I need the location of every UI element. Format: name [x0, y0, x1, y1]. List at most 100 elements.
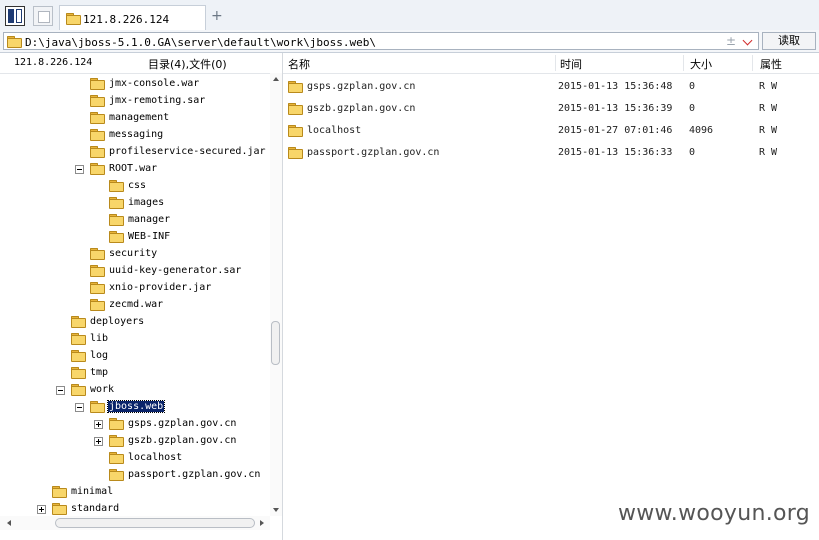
column-size[interactable]: 大小: [690, 56, 712, 72]
scroll-right-icon[interactable]: [260, 520, 264, 526]
tree-node[interactable]: security: [90, 246, 270, 263]
tree-node-label: messaging: [109, 129, 164, 140]
collapse-icon[interactable]: [75, 403, 84, 412]
new-tab-button[interactable]: +: [211, 8, 223, 24]
watermark: www.wooyun.org: [617, 501, 810, 526]
tree-node[interactable]: deployers: [71, 314, 270, 331]
tree-node[interactable]: zecmd.war: [90, 297, 270, 314]
folder-icon: [109, 180, 124, 192]
tree-node-label: passport.gzplan.gov.cn: [128, 469, 261, 480]
plus-minus-icon[interactable]: ±: [726, 34, 736, 48]
tree-node-label: minimal: [71, 486, 114, 497]
tree-node[interactable]: messaging: [90, 127, 270, 144]
file-size: 0: [689, 103, 696, 114]
expand-icon[interactable]: [94, 420, 103, 429]
tree-node-label: log: [90, 350, 109, 361]
file-attr: R W: [759, 81, 778, 92]
tree-node[interactable]: minimal: [52, 484, 270, 501]
host-label: 121.8.226.124: [14, 57, 93, 68]
tree-node[interactable]: lib: [71, 331, 270, 348]
copy-tab-icon[interactable]: [33, 6, 53, 26]
tree-node[interactable]: gsps.gzplan.gov.cn: [94, 416, 270, 433]
tree-node[interactable]: uuid-key-generator.sar: [90, 263, 270, 280]
tree-node[interactable]: jmx-console.war: [90, 76, 270, 93]
file-time: 2015-01-13 15:36:39: [558, 103, 673, 114]
tree-node[interactable]: profileservice-secured.jar: [90, 144, 270, 161]
folder-icon: [66, 13, 81, 25]
file-time: 2015-01-27 07:01:46: [558, 125, 673, 136]
folder-icon: [90, 299, 105, 311]
collapse-icon[interactable]: [56, 386, 65, 395]
expand-icon[interactable]: [37, 505, 46, 514]
tree-node[interactable]: passport.gzplan.gov.cn: [109, 467, 270, 484]
tree-node[interactable]: css: [109, 178, 270, 195]
collapse-icon[interactable]: [75, 165, 84, 174]
folder-icon: [90, 163, 105, 175]
tree-node-label: zecmd.war: [109, 299, 164, 310]
column-name[interactable]: 名称: [288, 56, 310, 72]
folder-icon: [90, 95, 105, 107]
folder-icon: [288, 103, 303, 115]
file-size: 4096: [689, 125, 714, 136]
tree-node-label: manager: [128, 214, 171, 225]
scroll-thumb[interactable]: [271, 321, 280, 365]
tab-host[interactable]: 121.8.226.124: [59, 5, 206, 30]
tree-node[interactable]: ROOT.war: [75, 161, 270, 178]
expand-icon[interactable]: [94, 437, 103, 446]
tree-vertical-scrollbar[interactable]: [270, 73, 282, 516]
chevron-down-icon[interactable]: [742, 35, 753, 46]
folder-icon: [109, 197, 124, 209]
table-row[interactable]: passport.gzplan.gov.cn 2015-01-13 15:36:…: [283, 143, 819, 165]
column-divider[interactable]: [752, 55, 753, 71]
tree-horizontal-scrollbar[interactable]: [0, 516, 270, 530]
column-divider[interactable]: [683, 55, 684, 71]
file-size: 0: [689, 147, 696, 158]
path-input[interactable]: D:\java\jboss-5.1.0.GA\server\default\wo…: [3, 32, 759, 50]
tree-node[interactable]: WEB-INF: [109, 229, 270, 246]
toggle-panel-icon[interactable]: [5, 6, 25, 26]
tree-node-label: jmx-console.war: [109, 78, 200, 89]
folder-icon: [109, 214, 124, 226]
table-row[interactable]: gszb.gzplan.gov.cn 2015-01-13 15:36:39 0…: [283, 99, 819, 121]
folder-icon: [288, 147, 303, 159]
tree-node-label: gsps.gzplan.gov.cn: [128, 418, 237, 429]
folder-icon: [90, 112, 105, 124]
tab-bar: 121.8.226.124 +: [0, 0, 819, 31]
column-attr[interactable]: 属性: [760, 56, 782, 72]
folder-icon: [90, 146, 105, 158]
folder-icon: [52, 486, 67, 498]
table-row[interactable]: gsps.gzplan.gov.cn 2015-01-13 15:36:48 0…: [283, 77, 819, 99]
tree-node[interactable]: management: [90, 110, 270, 127]
tree-node[interactable]: manager: [109, 212, 270, 229]
folder-icon: [71, 333, 86, 345]
tree-node[interactable]: gszb.gzplan.gov.cn: [94, 433, 270, 450]
tree-node[interactable]: jmx-remoting.sar: [90, 93, 270, 110]
scroll-thumb[interactable]: [55, 518, 255, 528]
tree-node[interactable]: standard: [37, 501, 270, 516]
tree-node[interactable]: localhost: [109, 450, 270, 467]
directory-count: 目录(4),文件(0): [148, 58, 227, 71]
tree-node[interactable]: xnio-provider.jar: [90, 280, 270, 297]
table-row[interactable]: localhost 2015-01-27 07:01:46 4096 R W: [283, 121, 819, 143]
tree-node-label: tmp: [90, 367, 109, 378]
file-size: 0: [689, 81, 696, 92]
tree-node[interactable]: work: [56, 382, 270, 399]
folder-icon: [71, 384, 86, 396]
tree-node-label: jmx-remoting.sar: [109, 95, 206, 106]
column-time[interactable]: 时间: [560, 56, 582, 72]
tree-node[interactable]: tmp: [71, 365, 270, 382]
tree-node[interactable]: jboss.web: [75, 399, 270, 416]
tree-node[interactable]: images: [109, 195, 270, 212]
tree-node-label: uuid-key-generator.sar: [109, 265, 242, 276]
scroll-down-icon[interactable]: [273, 508, 279, 512]
tree-node-label: gszb.gzplan.gov.cn: [128, 435, 237, 446]
read-button[interactable]: 读取: [762, 32, 816, 50]
folder-icon: [90, 282, 105, 294]
tree-node-label: images: [128, 197, 165, 208]
scroll-up-icon[interactable]: [273, 77, 279, 81]
scroll-left-icon[interactable]: [7, 520, 11, 526]
tree-node-label: security: [109, 248, 158, 259]
column-divider[interactable]: [555, 55, 556, 71]
folder-icon: [109, 231, 124, 243]
tree-node[interactable]: log: [71, 348, 270, 365]
